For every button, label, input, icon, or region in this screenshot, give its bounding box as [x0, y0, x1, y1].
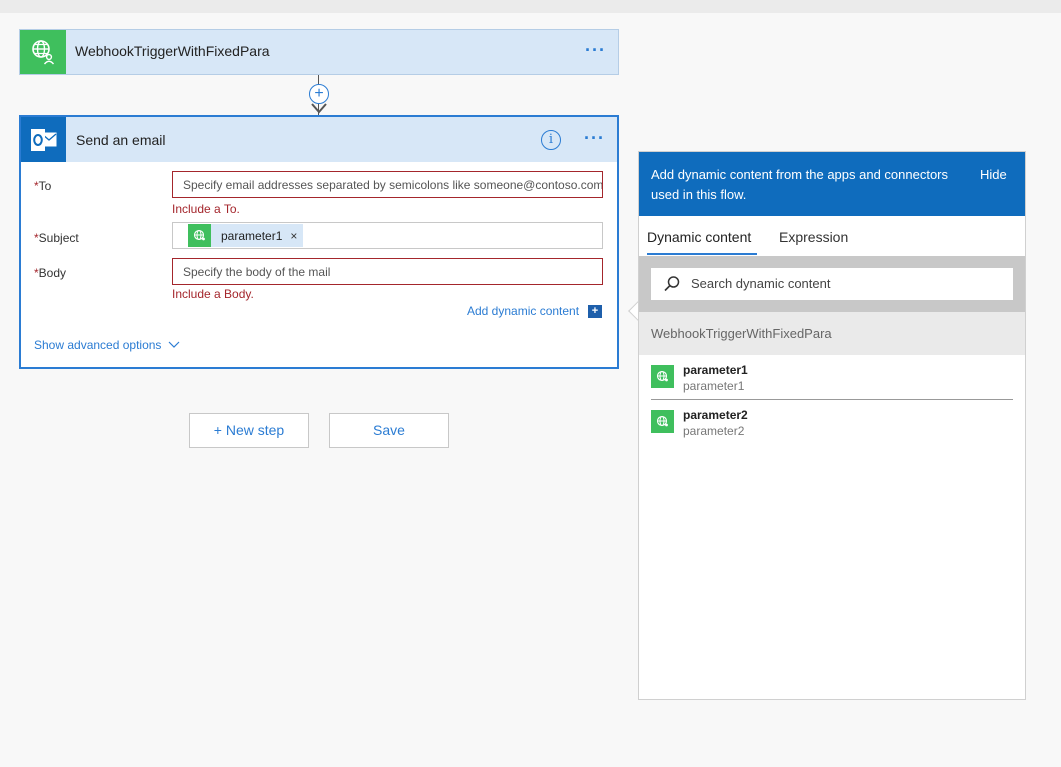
trigger-more-options-icon[interactable]: ··· — [585, 40, 606, 61]
tab-dynamic-content[interactable]: Dynamic content — [647, 229, 751, 245]
connector-arrow-icon — [311, 103, 327, 114]
active-tab-underline — [647, 253, 757, 255]
add-dynamic-content-link[interactable]: Add dynamic content — [467, 304, 579, 318]
body-placeholder: Specify the body of the mail — [183, 265, 331, 279]
info-icon[interactable]: i — [541, 130, 561, 150]
insert-step-button[interactable]: + — [309, 84, 329, 104]
dynamic-item-name: parameter2 — [683, 408, 748, 422]
body-label: *Body — [34, 266, 67, 280]
trigger-card[interactable]: WebhookTriggerWithFixedPara ··· — [19, 29, 619, 75]
action-title: Send an email — [76, 132, 166, 148]
dynamic-item-description: parameter1 — [683, 379, 745, 393]
show-advanced-options-link[interactable]: Show advanced options — [34, 338, 180, 352]
dynamic-panel-description: Add dynamic content from the apps and co… — [651, 167, 949, 202]
dynamic-group-header: WebhookTriggerWithFixedPara — [639, 312, 1025, 355]
webhook-trigger-icon — [20, 30, 66, 74]
group-label: WebhookTriggerWithFixedPara — [651, 326, 832, 341]
outlook-icon — [21, 117, 66, 162]
save-button[interactable]: Save — [329, 413, 449, 448]
trigger-title: WebhookTriggerWithFixedPara — [75, 43, 270, 59]
body-error: Include a Body. — [172, 287, 254, 301]
subject-label: *Subject — [34, 231, 79, 245]
search-input[interactable]: Search dynamic content — [651, 268, 1013, 300]
chevron-down-icon — [168, 341, 180, 348]
search-icon — [664, 276, 680, 292]
dynamic-panel-header: Add dynamic content from the apps and co… — [639, 152, 1025, 216]
webhook-item-icon — [651, 365, 674, 388]
dynamic-item-parameter1[interactable]: parameter1 parameter1 — [639, 355, 1025, 399]
add-dynamic-content-icon[interactable]: + — [588, 305, 602, 318]
to-label: *To — [34, 179, 52, 193]
top-bar — [0, 0, 1061, 13]
tab-expression[interactable]: Expression — [779, 229, 848, 245]
hide-button[interactable]: Hide — [980, 167, 1007, 182]
to-error: Include a To. — [172, 202, 240, 216]
new-step-button[interactable]: + New step — [189, 413, 309, 448]
subject-token[interactable]: parameter1 × — [188, 223, 304, 248]
token-label: parameter1 — [221, 228, 283, 243]
action-header[interactable]: Send an email i ··· — [21, 117, 617, 162]
search-area: Search dynamic content — [639, 256, 1025, 312]
webhook-item-icon — [651, 410, 674, 433]
webhook-token-icon — [188, 224, 211, 247]
dynamic-item-name: parameter1 — [683, 363, 748, 377]
dynamic-item-description: parameter2 — [683, 424, 745, 438]
to-field[interactable]: Specify email addresses separated by sem… — [172, 171, 603, 198]
subject-field[interactable]: parameter1 × — [172, 222, 603, 249]
token-remove-icon[interactable]: × — [290, 223, 303, 248]
send-email-card: Send an email i ··· *To Specify email ad… — [19, 115, 619, 369]
dynamic-content-panel: Add dynamic content from the apps and co… — [638, 151, 1026, 700]
to-placeholder: Specify email addresses separated by sem… — [183, 178, 603, 192]
body-field[interactable]: Specify the body of the mail — [172, 258, 603, 285]
action-more-options-icon[interactable]: ··· — [584, 128, 605, 149]
dynamic-item-parameter2[interactable]: parameter2 parameter2 — [639, 400, 1025, 444]
search-placeholder: Search dynamic content — [691, 276, 831, 291]
